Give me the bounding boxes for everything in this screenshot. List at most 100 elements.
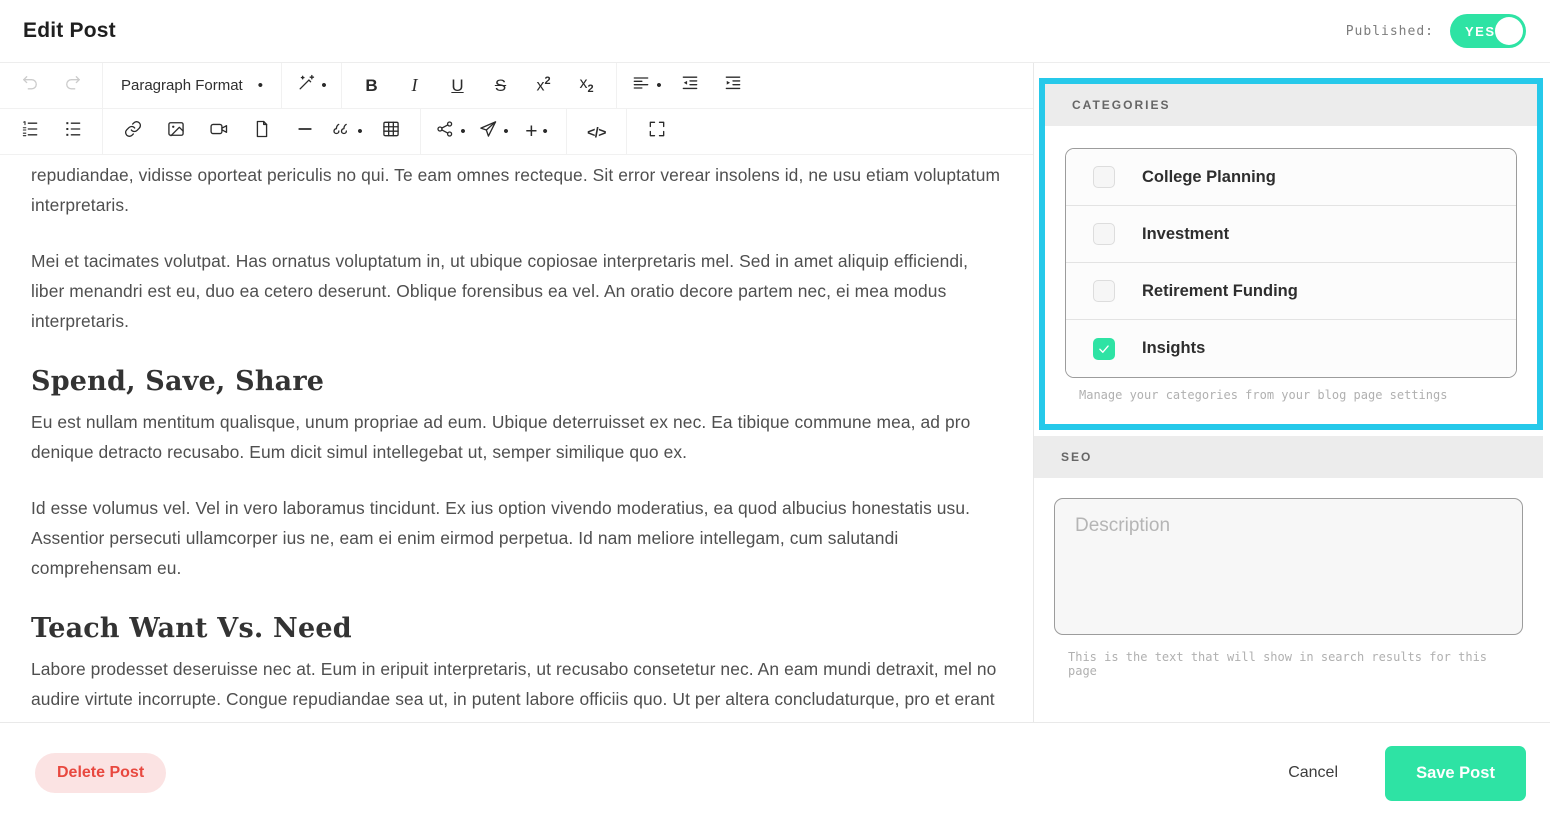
paragraph: repudiandae, vidisse oporteat periculis … — [31, 160, 1005, 220]
published-control: Published: YES — [1346, 14, 1526, 48]
fullscreen-button[interactable] — [635, 109, 678, 154]
checkbox-unchecked-icon[interactable] — [1093, 166, 1115, 188]
paragraph-format-group: Paragraph Format • — [103, 63, 282, 108]
undo-button[interactable] — [8, 63, 51, 108]
settings-sidebar: CATEGORIES College Planning Investment R… — [1033, 63, 1550, 722]
horizontal-rule-button[interactable] — [283, 109, 326, 154]
list-group — [0, 109, 103, 154]
share-button[interactable]: • — [429, 109, 472, 154]
italic-button[interactable]: I — [393, 63, 436, 108]
category-label: Insights — [1142, 339, 1205, 358]
cancel-button[interactable]: Cancel — [1288, 764, 1338, 782]
image-icon — [166, 119, 186, 144]
dropdown-dot-icon: • — [357, 124, 362, 139]
insert-table-button[interactable] — [369, 109, 412, 154]
fullscreen-group — [627, 109, 686, 154]
category-row-college-planning[interactable]: College Planning — [1066, 149, 1516, 206]
section-heading: Spend, Save, Share — [31, 366, 1005, 397]
text-style-group: B I U S x2 x2 — [342, 63, 617, 108]
seo-description-input[interactable] — [1054, 498, 1523, 635]
category-row-insights[interactable]: Insights — [1066, 320, 1516, 377]
paragraph: Labore prodesset deseruisse nec at. Eum … — [31, 654, 1005, 722]
code-view-button[interactable]: </> — [575, 109, 618, 154]
insert-image-button[interactable] — [154, 109, 197, 154]
category-list: College Planning Investment Retirement F… — [1065, 148, 1517, 378]
ordered-list-button[interactable] — [8, 109, 51, 154]
seo-body: This is the text that will show in searc… — [1034, 478, 1543, 678]
page-title: Edit Post — [23, 19, 116, 43]
code-group: </> — [567, 109, 627, 154]
paragraph-format-dropdown[interactable]: Paragraph Format • — [111, 63, 273, 108]
bold-button[interactable]: B — [350, 63, 393, 108]
action-bar: Delete Post Cancel Save Post — [0, 722, 1550, 823]
align-dropdown-button[interactable]: • — [625, 63, 668, 108]
categories-hint: Manage your categories from your blog pa… — [1079, 388, 1517, 402]
share-group: • • + • — [421, 109, 567, 154]
redo-button[interactable] — [51, 63, 94, 108]
paragraph-format-label: Paragraph Format — [121, 77, 243, 94]
dropdown-dot-icon: • — [258, 78, 263, 93]
checkbox-unchecked-icon[interactable] — [1093, 223, 1115, 245]
magic-group: • — [282, 63, 342, 108]
toggle-knob-icon — [1495, 17, 1523, 45]
paragraph: Id esse volumus vel. Vel in vero laboram… — [31, 493, 1005, 583]
seo-hint: This is the text that will show in searc… — [1068, 650, 1523, 678]
dropdown-dot-icon: • — [321, 78, 326, 93]
subscript-button[interactable]: x2 — [565, 63, 608, 108]
unordered-list-button[interactable] — [51, 109, 94, 154]
save-post-button[interactable]: Save Post — [1385, 746, 1526, 801]
section-heading: Teach Want Vs. Need — [31, 613, 1005, 644]
category-label: Retirement Funding — [1142, 282, 1298, 301]
category-row-retirement-funding[interactable]: Retirement Funding — [1066, 263, 1516, 320]
category-label: College Planning — [1142, 168, 1276, 187]
unordered-list-icon — [63, 119, 83, 144]
share-icon — [435, 119, 455, 144]
history-group — [0, 63, 103, 108]
strikethrough-button[interactable]: S — [479, 63, 522, 108]
seo-panel: SEO This is the text that will show in s… — [1034, 436, 1543, 678]
toolbar-row-2: • • • + • — [0, 109, 1033, 155]
magic-wand-icon — [296, 73, 316, 98]
insert-group: • — [103, 109, 421, 154]
category-row-investment[interactable]: Investment — [1066, 206, 1516, 263]
post-body-editor[interactable]: repudiandae, vidisse oporteat periculis … — [0, 155, 1033, 722]
categories-body: College Planning Investment Retirement F… — [1045, 126, 1537, 424]
plus-icon: + — [525, 120, 537, 144]
top-header: Edit Post Published: YES — [0, 0, 1550, 63]
editor-toolbar: Paragraph Format • • B I U S x2 x2 — [0, 63, 1033, 155]
redo-icon — [63, 73, 83, 98]
outdent-icon — [680, 73, 700, 98]
superscript-button[interactable]: x2 — [522, 63, 565, 108]
link-button[interactable] — [111, 109, 154, 154]
delete-post-button[interactable]: Delete Post — [35, 753, 166, 793]
categories-panel: CATEGORIES College Planning Investment R… — [1039, 78, 1543, 430]
magic-wand-button[interactable]: • — [290, 63, 333, 108]
checkbox-unchecked-icon[interactable] — [1093, 280, 1115, 302]
dropdown-dot-icon: • — [503, 124, 508, 139]
published-label: Published: — [1346, 24, 1434, 39]
undo-icon — [20, 73, 40, 98]
outdent-button[interactable] — [668, 63, 711, 108]
align-left-icon — [631, 73, 651, 98]
checkbox-checked-icon[interactable] — [1093, 338, 1115, 360]
horizontal-rule-icon — [295, 119, 315, 144]
send-button[interactable]: • — [472, 109, 515, 154]
underline-button[interactable]: U — [436, 63, 479, 108]
insert-video-button[interactable] — [197, 109, 240, 154]
fullscreen-icon — [647, 119, 667, 144]
insert-more-button[interactable]: + • — [515, 109, 558, 154]
published-toggle[interactable]: YES — [1450, 14, 1526, 48]
edit-post-page: Edit Post Published: YES Paragraph Forma — [0, 0, 1550, 823]
seo-header: SEO — [1034, 436, 1543, 478]
indent-icon — [723, 73, 743, 98]
quote-button[interactable]: • — [326, 109, 369, 154]
indent-button[interactable] — [711, 63, 754, 108]
ordered-list-icon — [20, 119, 40, 144]
insert-file-button[interactable] — [240, 109, 283, 154]
paragraph: Eu est nullam mentitum qualisque, unum p… — [31, 407, 1005, 467]
paragraph: Mei et tacimates volutpat. Has ornatus v… — [31, 246, 1005, 336]
quote-icon — [332, 119, 352, 144]
file-icon — [252, 119, 272, 144]
dropdown-dot-icon: • — [460, 124, 465, 139]
dropdown-dot-icon: • — [656, 78, 661, 93]
